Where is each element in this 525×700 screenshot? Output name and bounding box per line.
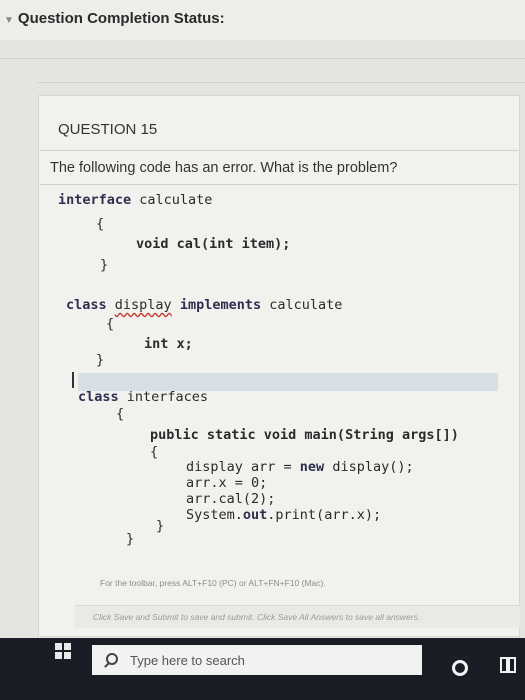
search-icon: [106, 653, 118, 665]
question-prompt: The following code has an error. What is…: [50, 160, 398, 176]
code-keyword: class: [66, 297, 107, 313]
toolbar-hint: For the toolbar, press ALT+F10 (PC) or A…: [100, 578, 326, 588]
code-line: void cal(int item);: [136, 236, 291, 252]
code-brace: {: [116, 406, 125, 422]
code-text: calculate: [269, 297, 343, 313]
code-line: int x;: [144, 336, 193, 352]
question-number: QUESTION 15: [58, 121, 158, 138]
divider: [0, 58, 525, 59]
code-text: .print(arr.x);: [267, 507, 382, 523]
code-keyword: class: [78, 389, 119, 405]
cortana-icon[interactable]: [452, 660, 468, 676]
code-keyword: out: [242, 507, 268, 523]
code-line: arr.cal(2);: [186, 491, 276, 507]
code-brace: }: [96, 352, 105, 368]
question-panel: [38, 95, 520, 637]
code-misspelled-word: display: [114, 297, 172, 313]
code-brace: {: [150, 444, 159, 460]
divider: [40, 184, 518, 185]
code-keyword: new: [299, 459, 325, 475]
taskbar-search-input[interactable]: Type here to search: [92, 645, 422, 675]
code-text: System.: [186, 507, 243, 523]
code-text: interfaces: [118, 389, 209, 405]
code-line: public static void main(String args[]): [150, 427, 459, 443]
windows-start-icon[interactable]: [55, 643, 71, 659]
chevron-down-icon[interactable]: ▼: [4, 15, 14, 26]
save-hint: Click Save and Submit to save and submit…: [93, 612, 421, 622]
text-cursor: [72, 372, 74, 388]
code-brace: }: [126, 531, 135, 547]
code-text: display arr =: [186, 459, 300, 475]
code-text: calculate: [131, 192, 213, 208]
code-brace: }: [100, 257, 109, 273]
code-brace: {: [96, 216, 105, 232]
task-view-icon[interactable]: [500, 657, 516, 673]
divider: [38, 82, 525, 83]
code-brace: {: [106, 316, 115, 332]
code-keyword: interface: [58, 192, 132, 208]
divider: [40, 150, 518, 151]
search-placeholder: Type here to search: [130, 653, 245, 668]
status-title-text: Question Completion Status:: [17, 10, 225, 27]
code-keyword: implements: [179, 297, 262, 313]
code-brace: }: [156, 518, 165, 534]
code-line: arr.x = 0;: [186, 475, 268, 491]
question-completion-status[interactable]: ▼ Question Completion Status:: [4, 10, 225, 27]
code-text: display();: [324, 459, 414, 475]
